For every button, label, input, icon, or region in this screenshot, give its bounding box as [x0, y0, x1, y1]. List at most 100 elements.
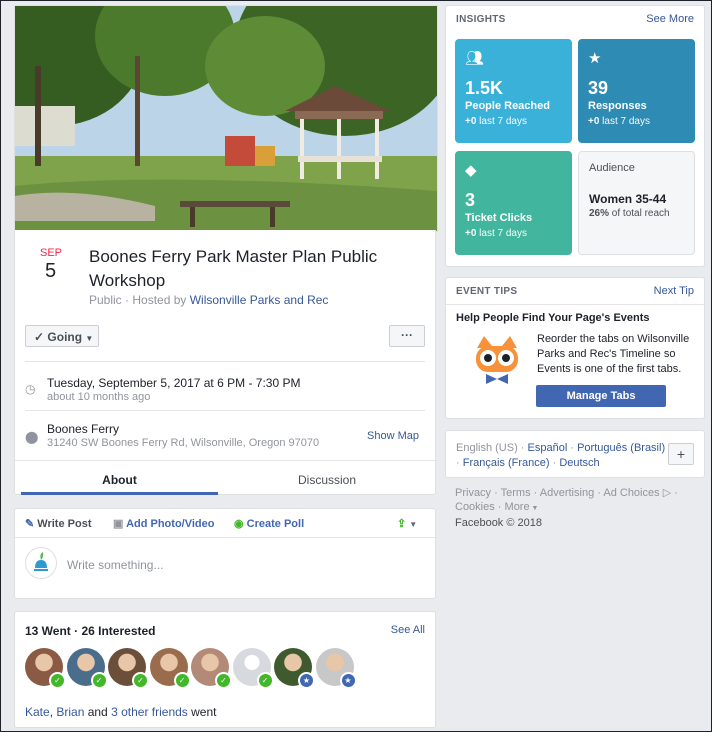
create-poll-label: Create Poll — [246, 518, 305, 530]
write-post-label: Write Post — [37, 518, 92, 530]
attendee-avatar[interactable]: ✓ — [149, 648, 191, 689]
attendee-avatar[interactable]: ✓ — [66, 648, 108, 689]
attendee-avatar[interactable]: ★ — [274, 648, 315, 689]
event-date-month: SEP — [40, 247, 63, 259]
see-all-link[interactable]: See All — [391, 624, 425, 636]
went-check-icon: ✓ — [132, 672, 149, 689]
footer-link-more[interactable]: More — [505, 501, 530, 513]
event-datetime: Tuesday, September 5, 2017 at 6 PM - 7:3… — [47, 376, 301, 390]
show-map-link[interactable]: Show Map — [367, 430, 419, 442]
going-button[interactable]: ✓ Going ▼ — [25, 325, 99, 347]
copyright: Facebook © 2018 — [455, 517, 542, 529]
friend-link[interactable]: Kate — [25, 705, 50, 719]
add-photo-label: Add Photo/Video — [126, 518, 215, 530]
event-title: Boones Ferry Park Master Plan Public Wor… — [89, 247, 378, 290]
attendees-summary: 13 Went · 26 Interested — [25, 624, 156, 638]
write-post-tab[interactable]: ✎ Write Post — [25, 517, 91, 530]
star-icon: ★ — [588, 50, 602, 67]
location-pin-icon: ⬤ — [25, 430, 39, 444]
divider — [446, 304, 704, 305]
tips-body: Reorder the tabs on Wilsonville Parks an… — [537, 333, 690, 375]
page-avatar — [25, 547, 57, 579]
people-icon: 👥︎ — [465, 50, 485, 67]
ticket-clicks-delta: +0 last 7 days — [465, 228, 527, 239]
language-link-german[interactable]: Deutsch — [559, 457, 599, 469]
interested-star-icon: ★ — [298, 672, 315, 689]
other-friends-link[interactable]: 3 other friends — [111, 705, 188, 719]
friends-went-text: Kate, Brian and 3 other friends went — [25, 705, 217, 719]
ticket-icon: ◆ — [465, 162, 477, 179]
footer-link-cookies[interactable]: Cookies — [455, 501, 495, 513]
park-gazebo-image — [15, 6, 437, 231]
went-text: went — [187, 705, 217, 719]
event-cover-photo[interactable] — [14, 5, 438, 232]
attendee-avatar[interactable]: ★ — [315, 648, 357, 689]
event-location-name: Boones Ferry — [47, 422, 120, 436]
more-options-button[interactable]: ··· — [389, 325, 425, 347]
divider — [15, 460, 435, 461]
event-privacy: Public · Hosted by — [89, 293, 190, 307]
responses-label: Responses — [588, 100, 647, 112]
footer-link-advertising[interactable]: Advertising — [540, 487, 594, 499]
ticket-clicks-value: 3 — [465, 190, 476, 210]
ad-choices-icon: ▷ — [662, 487, 672, 499]
event-address: 31240 SW Boones Ferry Rd, Wilsonville, O… — [47, 437, 320, 449]
audience-label: Audience — [589, 162, 635, 174]
event-host-link[interactable]: Wilsonville Parks and Rec — [190, 293, 329, 307]
event-date-day: 5 — [45, 260, 57, 282]
composer-input[interactable]: Write something... — [67, 558, 163, 572]
poll-icon: ◉ — [234, 518, 244, 530]
people-reached-tile[interactable]: 👥︎ 1.5K People Reached +0 last 7 days — [455, 39, 572, 143]
caret-down-icon: ▼ — [529, 505, 539, 512]
see-more-link[interactable]: See More — [646, 13, 694, 25]
footer-link-privacy[interactable]: Privacy — [455, 487, 491, 499]
divider — [25, 361, 425, 362]
clock-icon: ◷ — [25, 382, 36, 396]
people-reached-label: People Reached — [465, 100, 550, 112]
went-check-icon: ✓ — [215, 672, 232, 689]
share-options-icon[interactable]: ⇪ ▼ — [397, 517, 417, 530]
audience-tile[interactable]: Audience Women 35-44 26% of total reach — [578, 151, 695, 255]
caret-down-icon: ▼ — [85, 334, 94, 343]
went-check-icon: ✓ — [49, 672, 66, 689]
responses-delta: +0 last 7 days — [588, 116, 650, 127]
interested-star-icon: ★ — [339, 672, 357, 689]
responses-tile[interactable]: ★ 39 Responses +0 last 7 days — [578, 39, 695, 143]
create-poll-tab[interactable]: ◉ Create Poll — [234, 517, 304, 530]
composer-toolbar: ✎ Write Post ▣ Add Photo/Video ◉ Create … — [15, 509, 435, 538]
attendee-avatar[interactable]: ✓ — [191, 648, 232, 689]
footer-link-ad-choices[interactable]: Ad Choices — [603, 487, 659, 499]
footer-link-terms[interactable]: Terms — [501, 487, 531, 499]
add-language-button[interactable]: + — [668, 443, 694, 465]
event-tips-panel: EVENT TIPS Next Tip Help People Find You… — [445, 277, 705, 419]
and-text: and — [84, 705, 112, 719]
language-link-french[interactable]: Français (France) — [463, 457, 550, 469]
attendee-avatar[interactable]: ✓ — [108, 648, 149, 689]
tab-discussion[interactable]: Discussion — [218, 467, 436, 495]
attendee-avatar[interactable]: ✓ — [232, 648, 274, 689]
audience-share: 26% of total reach — [589, 208, 670, 219]
next-tip-link[interactable]: Next Tip — [654, 285, 694, 297]
owl-mascot-icon — [476, 336, 518, 384]
tips-title: Help People Find Your Page's Events — [456, 312, 650, 324]
language-link-spanish[interactable]: Español — [528, 442, 568, 454]
insights-header: INSIGHTS — [456, 14, 506, 25]
insights-panel: INSIGHTS See More 👥︎ 1.5K People Reached… — [445, 5, 705, 267]
language-link-portuguese[interactable]: Português (Brasil) — [577, 442, 665, 454]
attendee-avatar[interactable]: ✓ — [25, 648, 66, 689]
responses-value: 39 — [588, 78, 609, 98]
check-icon: ✓ — [34, 330, 45, 344]
tab-about[interactable]: About — [21, 467, 218, 495]
people-reached-value: 1.5K — [465, 78, 504, 98]
ticket-clicks-tile[interactable]: ◆ 3 Ticket Clicks +0 last 7 days — [455, 151, 572, 255]
went-check-icon: ✓ — [173, 672, 191, 689]
event-host-line: Public · Hosted by Wilsonville Parks and… — [89, 293, 328, 307]
manage-tabs-button[interactable]: Manage Tabs — [536, 385, 666, 407]
audience-value: Women 35-44 — [589, 192, 667, 206]
add-photo-video-tab[interactable]: ▣ Add Photo/Video — [113, 517, 214, 530]
page-footer: Privacy · Terms · Advertising · Ad Choic… — [455, 487, 678, 529]
went-check-icon: ✓ — [256, 672, 274, 689]
language-list: English (US) · Español · Português (Bras… — [456, 442, 666, 469]
people-reached-delta: +0 last 7 days — [465, 116, 527, 127]
friend-link[interactable]: Brian — [56, 705, 84, 719]
